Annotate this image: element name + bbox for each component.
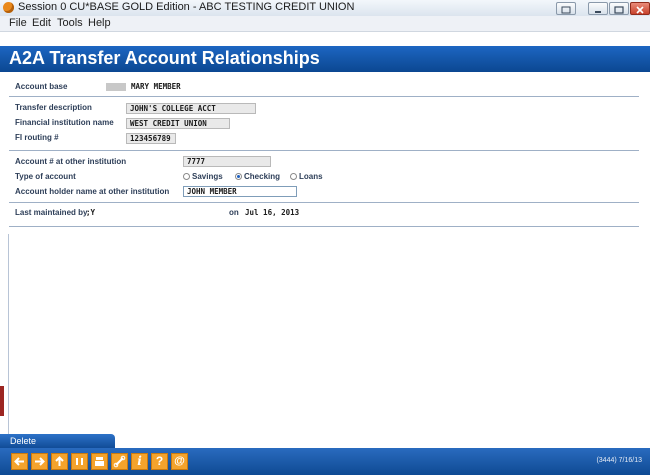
- routing-number-label: FI routing #: [15, 133, 59, 142]
- transfer-description-label: Transfer description: [15, 103, 92, 112]
- page-title: A2A Transfer Account Relationships: [9, 48, 320, 68]
- maximize-icon[interactable]: [609, 2, 629, 15]
- institution-name-label: Financial institution name: [15, 118, 114, 127]
- status-info: (3444) 7/16/13: [596, 457, 642, 464]
- radio-checking[interactable]: Checking: [235, 172, 280, 181]
- info-icon[interactable]: i: [131, 453, 148, 470]
- link-icon[interactable]: [111, 453, 128, 470]
- menu-bar: File Edit Tools Help: [0, 16, 650, 32]
- window-title: Session 0 CU*BASE GOLD Edition - ABC TES…: [18, 1, 355, 13]
- pause-icon[interactable]: [71, 453, 88, 470]
- last-maintained-user: ;Y: [86, 208, 96, 217]
- radio-loans-label: Loans: [299, 172, 323, 181]
- minimize-icon[interactable]: [588, 2, 608, 15]
- window-titlebar: Session 0 CU*BASE GOLD Edition - ABC TES…: [0, 0, 650, 17]
- help-icon[interactable]: ?: [151, 453, 168, 470]
- account-holder-input[interactable]: JOHN MEMBER: [183, 186, 297, 197]
- section-divider: [9, 202, 639, 203]
- radio-savings-dot[interactable]: [183, 173, 190, 180]
- forward-arrow-icon[interactable]: [31, 453, 48, 470]
- last-maintained-date: Jul 16, 2013: [245, 208, 300, 217]
- maintained-on-label: on: [229, 208, 239, 217]
- left-edge-accent: [0, 386, 4, 416]
- menu-tools[interactable]: Tools: [57, 17, 83, 29]
- menu-edit[interactable]: Edit: [32, 17, 51, 29]
- menu-help[interactable]: Help: [88, 17, 111, 29]
- account-base-name: MARY MEMBER: [131, 82, 181, 91]
- radio-loans-dot[interactable]: [290, 173, 297, 180]
- account-holder-label: Account holder name at other institution: [15, 187, 170, 196]
- last-maintained-label: Last maintained by: [15, 208, 88, 217]
- back-arrow-icon[interactable]: [11, 453, 28, 470]
- restore-icon[interactable]: [556, 2, 576, 15]
- radio-checking-label: Checking: [244, 172, 281, 181]
- app-icon: [3, 2, 14, 13]
- close-icon[interactable]: [630, 2, 650, 15]
- account-base-number-mask: [106, 83, 126, 91]
- up-arrow-icon[interactable]: [51, 453, 68, 470]
- radio-checking-dot[interactable]: [235, 173, 242, 180]
- menu-file[interactable]: File: [9, 17, 27, 29]
- content-left-border: [8, 234, 9, 436]
- section-divider: [9, 226, 639, 227]
- section-divider: [9, 96, 639, 97]
- radio-savings-label: Savings: [192, 172, 223, 181]
- radio-savings[interactable]: Savings: [183, 172, 223, 181]
- transfer-description-input[interactable]: JOHN'S COLLEGE ACCT: [126, 103, 256, 114]
- institution-name-input[interactable]: WEST CREDIT UNION: [126, 118, 230, 129]
- section-divider: [9, 150, 639, 151]
- delete-label: Delete: [10, 436, 37, 446]
- bottom-toolbar: i ? @ (3444) 7/16/13: [0, 448, 650, 475]
- at-icon[interactable]: @: [171, 453, 188, 470]
- account-type-label: Type of account: [15, 172, 76, 181]
- print-icon[interactable]: [91, 453, 108, 470]
- radio-loans[interactable]: Loans: [290, 172, 323, 181]
- screen-header: A2A Transfer Account Relationships: [0, 46, 650, 72]
- routing-number-input[interactable]: 123456789: [126, 133, 176, 144]
- delete-button[interactable]: Delete: [0, 434, 115, 448]
- account-number-input[interactable]: 7777: [183, 156, 271, 167]
- account-number-label: Account # at other institution: [15, 157, 127, 166]
- account-base-label: Account base: [15, 82, 68, 91]
